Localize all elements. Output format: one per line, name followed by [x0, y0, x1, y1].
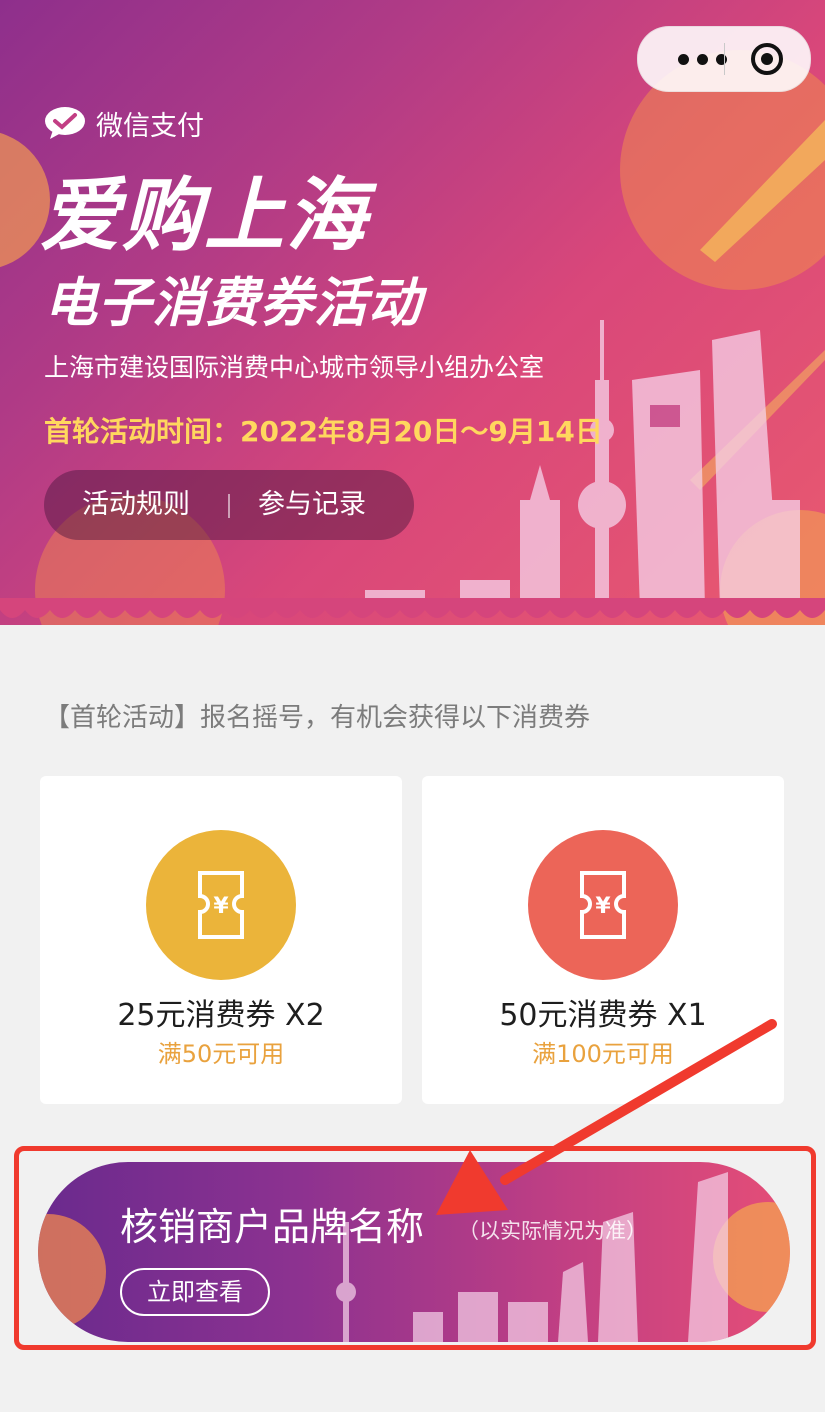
merchant-title: 核销商户品牌名称	[120, 1205, 425, 1249]
voucher-card[interactable]: ¥ 50元消费券 X1 满100元可用	[422, 776, 784, 1104]
action-pill: 活动规则 参与记录	[44, 470, 414, 540]
wechat-pay-brand: 微信支付	[44, 103, 204, 143]
rules-button[interactable]: 活动规则	[82, 487, 190, 523]
title-sub: 电子消费券活动	[44, 273, 422, 334]
svg-text:¥: ¥	[213, 894, 229, 919]
voucher-icon: ¥	[198, 871, 244, 939]
voucher-badge: ¥	[146, 830, 296, 980]
capsule-divider	[724, 43, 725, 75]
hero-banner: 微信支付 爱购上海 电子消费券活动 上海市建设国际消费中心城市领导小组办公室 首…	[0, 0, 825, 625]
target-icon[interactable]	[750, 42, 784, 76]
voucher-icon: ¥	[580, 871, 626, 939]
wechat-pay-logo-icon	[45, 107, 85, 139]
section-subtitle: 【首轮活动】报名摇号，有机会获得以下消费券	[44, 703, 591, 733]
voucher-card[interactable]: ¥ 25元消费券 X2 满50元可用	[40, 776, 402, 1104]
merchant-banner[interactable]: 核销商户品牌名称 （以实际情况为准） 立即查看	[38, 1162, 790, 1342]
organizer-text: 上海市建设国际消费中心城市领导小组办公室	[44, 353, 545, 382]
svg-text:¥: ¥	[595, 894, 611, 919]
title-main: 爱购上海	[40, 169, 368, 262]
voucher-condition: 满100元可用	[532, 1040, 674, 1068]
voucher-condition: 满50元可用	[157, 1040, 285, 1068]
voucher-badge: ¥	[528, 830, 678, 980]
records-button[interactable]: 参与记录	[258, 487, 366, 523]
brand-name: 微信支付	[96, 110, 204, 142]
more-dots-icon[interactable]	[678, 49, 728, 69]
mini-program-capsule	[637, 26, 811, 92]
scallop-edge	[0, 598, 825, 618]
pill-divider	[228, 494, 230, 518]
voucher-name: 50元消费券 X1	[499, 998, 707, 1033]
voucher-name: 25元消费券 X2	[117, 998, 325, 1033]
activity-time: 首轮活动时间：2022年8月20日～9月14日	[44, 415, 603, 448]
view-now-button[interactable]: 立即查看	[120, 1268, 270, 1316]
merchant-note: （以实际情况为准）	[458, 1219, 647, 1243]
